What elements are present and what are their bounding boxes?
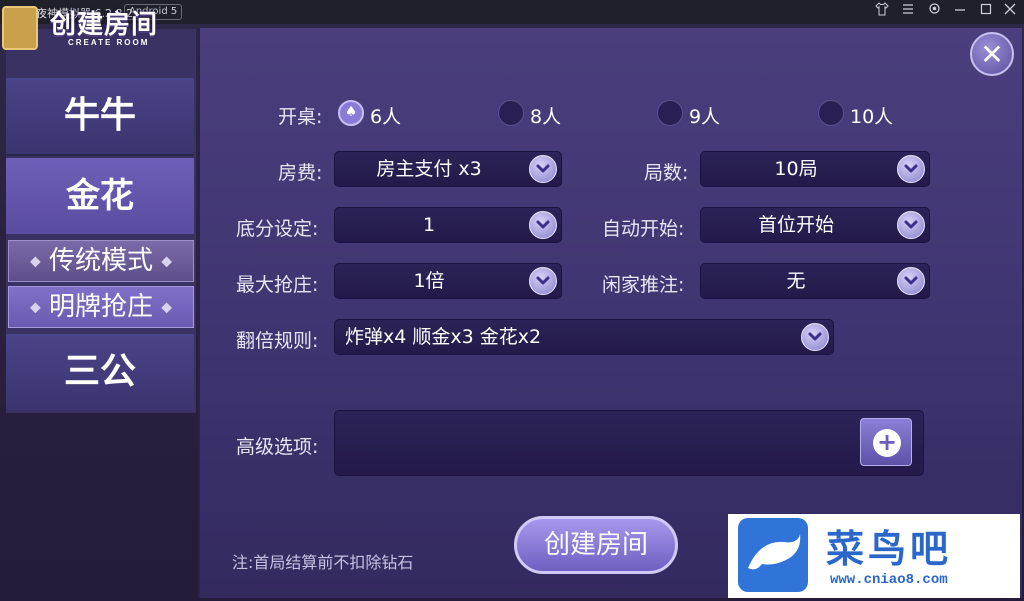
create-room-logo: 创建房间 CREATE ROOM	[2, 2, 198, 52]
add-option-button[interactable]: +	[860, 418, 912, 466]
bird-logo-icon	[738, 518, 808, 592]
double-rule-label: 翻倍规则:	[236, 330, 319, 352]
table-size-label: 开桌:	[278, 106, 323, 128]
watermark-text: 菜鸟吧	[826, 526, 953, 571]
base-score-select[interactable]: 1	[334, 207, 562, 243]
radio-6-players[interactable]: ♠	[338, 100, 364, 126]
shirt-icon[interactable]	[872, 2, 892, 22]
sidebar-item-niuniu[interactable]: 牛牛	[6, 78, 194, 156]
double-rule-select[interactable]: 炸弹x4 顺金x3 金花x2	[334, 319, 834, 355]
max-grab-select[interactable]: 1倍	[334, 263, 562, 299]
sidebar-item-sangong[interactable]: 三公	[6, 334, 194, 410]
advanced-options-label: 高级选项:	[236, 436, 319, 458]
watermark-url: www.cniao8.com	[830, 572, 948, 588]
radio-10-players[interactable]	[818, 100, 844, 126]
chevron-down-icon[interactable]	[529, 267, 557, 295]
autostart-select[interactable]: 首位开始	[700, 207, 930, 243]
idle-bet-value: 无	[786, 270, 806, 292]
max-grab-value: 1倍	[413, 270, 445, 292]
chevron-down-icon[interactable]	[897, 211, 925, 239]
close-window-icon[interactable]	[1000, 2, 1020, 22]
chevron-down-icon[interactable]	[529, 211, 557, 239]
idle-bet-label: 闲家推注:	[602, 274, 685, 296]
fee-select[interactable]: 房主支付 x3	[334, 151, 562, 187]
fee-value: 房主支付 x3	[376, 158, 482, 180]
logo-subtitle: CREATE ROOM	[68, 38, 150, 47]
radio-label-10: 10人	[850, 106, 894, 128]
radio-8-players[interactable]	[498, 100, 524, 126]
radio-9-players[interactable]	[657, 100, 683, 126]
sidebar-subitem-mingpai[interactable]: ◆ 明牌抢庄 ◆	[8, 286, 194, 328]
settings-icon[interactable]	[924, 2, 944, 22]
plus-icon: +	[873, 429, 901, 457]
sidebar-subitem-label: 明牌抢庄	[48, 292, 153, 322]
spade-icon: ♠	[344, 104, 358, 120]
sidebar-subitem-label: 传统模式	[48, 246, 153, 276]
radio-label-6: 6人	[370, 106, 402, 128]
diamond-note: 注:首局结算前不扣除钻石	[232, 553, 414, 572]
maximize-icon[interactable]	[976, 2, 996, 22]
rounds-select[interactable]: 10局	[700, 151, 930, 187]
diamond-icon: ◆	[161, 299, 173, 316]
logo-badge-icon	[2, 6, 38, 50]
diamond-icon: ◆	[29, 253, 41, 270]
idle-bet-select[interactable]: 无	[700, 263, 930, 299]
chevron-down-icon[interactable]	[529, 155, 557, 183]
chevron-down-icon[interactable]	[897, 155, 925, 183]
diamond-icon: ◆	[29, 299, 41, 316]
sidebar-subitem-traditional[interactable]: ◆ 传统模式 ◆	[8, 240, 194, 282]
advanced-options-box[interactable]	[334, 410, 924, 476]
create-room-button[interactable]: 创建房间	[514, 516, 678, 574]
radio-label-8: 8人	[530, 106, 562, 128]
rounds-value: 10局	[774, 158, 818, 180]
radio-label-9: 9人	[689, 106, 721, 128]
chevron-down-icon[interactable]	[801, 323, 829, 351]
sidebar-item-jinhua[interactable]: 金花	[6, 158, 194, 234]
autostart-label: 自动开始:	[602, 218, 685, 240]
chevron-down-icon[interactable]	[897, 267, 925, 295]
autostart-value: 首位开始	[757, 214, 834, 236]
watermark: 菜鸟吧 www.cniao8.com	[728, 514, 1020, 598]
base-score-label: 底分设定:	[236, 218, 319, 240]
fee-label: 房费:	[278, 162, 323, 184]
minimize-icon[interactable]	[950, 2, 970, 22]
close-button[interactable]: ✕	[970, 32, 1014, 76]
diamond-icon: ◆	[161, 253, 173, 270]
menu-icon[interactable]	[898, 2, 918, 22]
logo-title: 创建房间	[50, 10, 159, 40]
max-grab-label: 最大抢庄:	[236, 274, 319, 296]
double-rule-value: 炸弹x4 顺金x3 金花x2	[345, 326, 542, 348]
rounds-label: 局数:	[644, 162, 689, 184]
base-score-value: 1	[422, 214, 436, 236]
